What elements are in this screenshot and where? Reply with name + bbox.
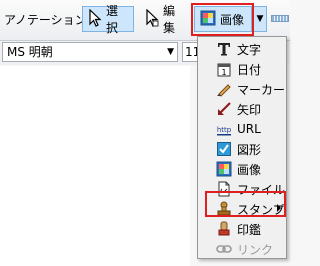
menu-label: 矢印 [237, 102, 262, 117]
shape-checkbox-icon [216, 141, 232, 157]
chevron-down-icon: ▼ [167, 47, 174, 57]
menu-item-url[interactable]: http URL [200, 119, 284, 139]
font-name-select[interactable]: MS 明朝 ▼ [2, 42, 178, 62]
image-dropdown-menu: 文字 1 日付 マーカー 矢印 http URL 図形 画像 ファイル スタンプ… [197, 36, 287, 259]
menu-item-marker[interactable]: マーカー [200, 79, 286, 99]
annotation-label: アノテーション [4, 13, 87, 27]
menu-item-shape[interactable]: 図形 [200, 139, 284, 159]
menu-item-link: リンク [200, 239, 284, 259]
url-link-icon: http [216, 121, 232, 137]
svg-text:1: 1 [221, 68, 226, 77]
chain-link-icon [216, 241, 232, 257]
menu-item-arrow[interactable]: 矢印 [200, 99, 284, 119]
text-T-icon [216, 41, 232, 57]
font-name-value: MS 明朝 [7, 45, 53, 59]
image-icon [216, 161, 232, 177]
select-label: 選択 [106, 4, 119, 35]
image-dropdown-arrow[interactable]: ▼ [253, 6, 267, 32]
menu-label: リンク [237, 242, 274, 257]
menu-item-text[interactable]: 文字 [200, 39, 284, 59]
edit-tool-button[interactable]: 編集 [139, 4, 189, 35]
menu-label: URL [237, 122, 261, 136]
document-area[interactable] [0, 66, 190, 266]
menu-label: マーカー [237, 82, 286, 97]
menu-label: 図形 [237, 142, 262, 157]
menu-label: 画像 [237, 162, 262, 177]
calendar-icon: 1 [216, 61, 232, 77]
menu-item-image[interactable]: 画像 [200, 159, 284, 179]
svg-text:http: http [217, 126, 232, 134]
select-tool-button[interactable]: 選択 [82, 4, 134, 35]
marker-pen-icon [216, 81, 232, 97]
menu-label: 印鑑 [237, 222, 262, 237]
cursor-arrow-icon [88, 8, 102, 30]
image-button-highlight [191, 3, 254, 36]
edit-label: 編集 [163, 4, 176, 35]
menu-label: 文字 [237, 42, 262, 57]
edit-cursor-icon [145, 8, 159, 30]
stamp-item-highlight [205, 191, 286, 217]
menu-item-date[interactable]: 1 日付 [200, 59, 284, 79]
seal-icon [216, 221, 232, 237]
menu-item-seal[interactable]: 印鑑 [200, 219, 284, 239]
menu-label: 日付 [237, 62, 262, 77]
arrow-icon [216, 101, 232, 117]
keyboard-icon[interactable] [271, 15, 289, 22]
